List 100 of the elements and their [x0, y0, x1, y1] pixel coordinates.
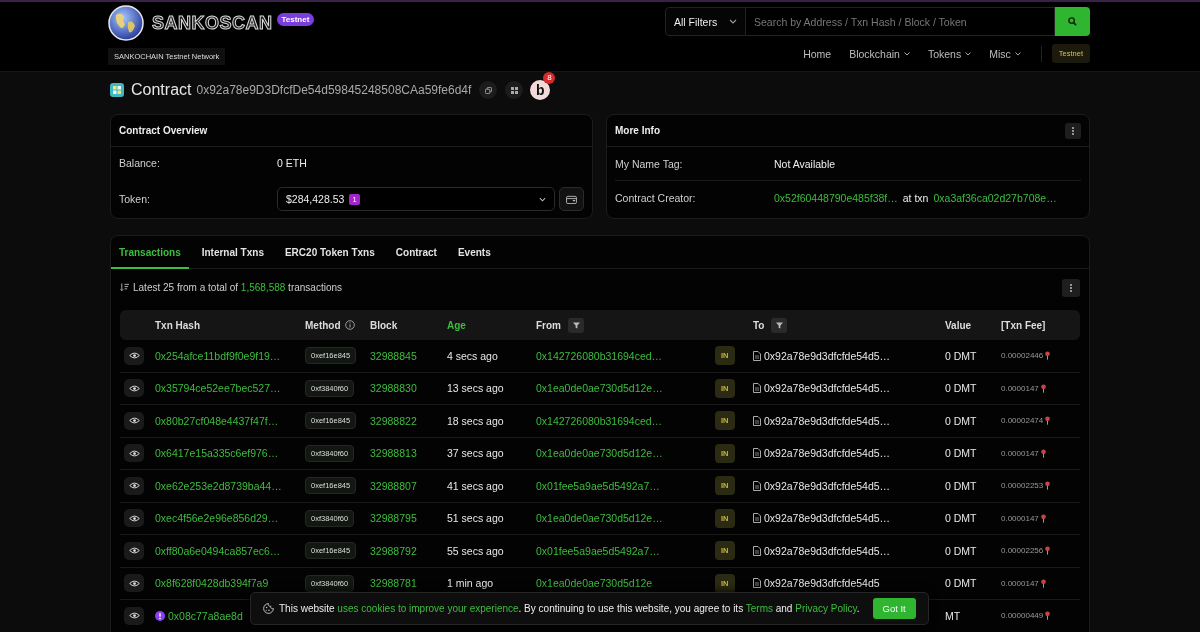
qr-button[interactable] [505, 81, 524, 99]
preview-button[interactable] [124, 541, 144, 560]
txn-hash-link[interactable]: 0xff80a6e0494ca857ec6… [155, 544, 281, 557]
nav-link[interactable]: Blockchain [849, 47, 910, 60]
from-address-link[interactable]: 0x1ea0de0ae730d5d12e… [536, 447, 663, 460]
txn-hash-link[interactable]: 0x8f628f0428db394f7a9 [155, 577, 269, 590]
block-link[interactable]: 32988792 [370, 544, 417, 557]
cookie-link[interactable]: Terms [745, 603, 773, 614]
globe-logo-icon[interactable] [108, 5, 144, 41]
value-text: 0 DMT [945, 512, 977, 525]
fee-text: 0.00002474 [1001, 416, 1044, 426]
block-link[interactable]: 32988795 [370, 512, 417, 525]
block-link[interactable]: 32988830 [370, 382, 417, 395]
copy-button[interactable] [479, 81, 498, 99]
avatar-button[interactable]: b [530, 80, 551, 100]
field-label: My Name Tag: [615, 157, 684, 170]
from-address-link[interactable]: 0x142726080b31694ced… [536, 349, 663, 362]
more-button[interactable] [1062, 278, 1080, 297]
pin-icon [1040, 448, 1046, 458]
preview-button[interactable] [124, 379, 144, 398]
block-link[interactable]: 32988813 [370, 447, 417, 460]
block-link[interactable]: 32988845 [370, 349, 417, 362]
cookie-link[interactable]: uses cookies to improve your experience [337, 603, 519, 614]
column-header: Txn Hash [155, 319, 200, 331]
preview-button[interactable] [124, 346, 144, 365]
search-field[interactable]: Search by Address / Txn Hash / Block / Token [746, 7, 1055, 36]
cookie-notice: This website uses cookies to improve your experience. By continuing to use this website, you agree to its Terms and Privacy Policy. [279, 603, 860, 614]
fee-text: 0.00002253 [1001, 481, 1044, 491]
tab[interactable]: Internal Txns [193, 236, 272, 269]
from-address-link[interactable]: 0x01fee5a9ae5d5492a7… [536, 479, 660, 492]
value-text: MT [945, 609, 961, 622]
blocks-icon [110, 83, 124, 97]
block-link[interactable]: 32988822 [370, 414, 417, 427]
value-text: 0 DMT [945, 479, 977, 492]
preview-button[interactable] [124, 574, 144, 593]
total-count-link[interactable]: 1,568,588 [240, 282, 286, 293]
filter-dropdown[interactable]: All Filters [665, 7, 746, 36]
age-text: 13 secs ago [447, 382, 504, 395]
from-address-link[interactable]: 0x01fee5a9ae5d5492a7… [536, 544, 660, 557]
value-text: 0 DMT [945, 382, 977, 395]
eye-icon [128, 482, 140, 490]
nav-link[interactable]: Home [803, 47, 832, 60]
name-tag-value: Not Available [774, 157, 836, 170]
from-address-link[interactable]: 0x1ea0de0ae730d5d12e… [536, 382, 663, 395]
txn-hash-link[interactable]: 0x80b27cf048e4437f47f… [155, 414, 279, 427]
nav-link[interactable]: Misc [989, 47, 1021, 60]
fee-text: 0.00002256 [1001, 546, 1044, 556]
pin-icon [1040, 383, 1046, 393]
tab[interactable]: Contract [387, 236, 445, 269]
more-button[interactable] [1065, 122, 1081, 139]
search-button[interactable] [1055, 7, 1090, 36]
creation-txn-link[interactable]: 0xa3af36ca02d27b708e… [933, 191, 1057, 204]
fee-text: 0.00000449 [1001, 611, 1044, 621]
eye-icon [128, 547, 140, 555]
wallet-button[interactable] [559, 187, 584, 211]
age-text: 1 min ago [447, 577, 494, 590]
pin-icon [1045, 546, 1051, 556]
column-header[interactable]: Age [447, 319, 466, 331]
creator-address-link[interactable]: 0x52f60448790e485f38f… [774, 191, 898, 204]
txn-hash-link[interactable]: 0xe62e253e2d8739ba44… [155, 479, 282, 492]
page-title: Contract [131, 81, 192, 99]
filter-button[interactable] [771, 317, 788, 333]
txn-hash-link[interactable]: 0x08c77a8ae8d [168, 609, 243, 622]
fee-text: 0.0000147 [1001, 513, 1039, 523]
filter-button[interactable] [568, 317, 584, 333]
tab[interactable]: Events [449, 236, 499, 269]
column-header: To [753, 319, 765, 331]
cookie-icon [263, 603, 274, 614]
nav-link[interactable]: Tokens [927, 47, 972, 60]
document-icon [753, 545, 761, 556]
balance-value: 0 ETH [277, 157, 307, 169]
document-icon [753, 448, 761, 459]
preview-button[interactable] [124, 476, 144, 495]
column-header: Method [305, 319, 341, 331]
to-address: 0x92a78e9d3dfcfde54d5… [764, 447, 891, 460]
testnet-badge: Testnet [276, 13, 315, 26]
value-text: 0 DMT [945, 544, 977, 557]
preview-button[interactable] [124, 411, 144, 430]
wallet-icon [566, 194, 578, 204]
txn-hash-link[interactable]: 0x35794ce52ee7bec527… [155, 382, 281, 395]
info-icon[interactable] [344, 320, 355, 330]
block-link[interactable]: 32988807 [370, 479, 417, 492]
from-address-link[interactable]: 0x142726080b31694ced… [536, 414, 663, 427]
from-address-link[interactable]: 0x1ea0de0ae730d5d12e [536, 577, 653, 590]
txn-hash-link[interactable]: 0x6417e15a335c6ef976… [155, 447, 279, 460]
tab[interactable]: Transactions [111, 236, 189, 269]
pin-icon [1045, 481, 1051, 491]
cookie-link[interactable]: Privacy Policy [795, 603, 857, 614]
block-link[interactable]: 32988781 [370, 577, 417, 590]
txn-hash-link[interactable]: 0xec4f56e2e96e856d29… [155, 512, 279, 525]
document-icon [753, 578, 761, 589]
column-header: From [536, 319, 561, 331]
preview-button[interactable] [124, 509, 144, 528]
from-address-link[interactable]: 0x1ea0de0ae730d5d12e… [536, 512, 663, 525]
preview-button[interactable] [124, 444, 144, 463]
tab[interactable]: ERC20 Token Txns [276, 236, 383, 269]
preview-button[interactable] [124, 606, 144, 625]
caret-icon [965, 51, 972, 56]
column-header: Value [945, 319, 972, 331]
txn-hash-link[interactable]: 0x254afce11bdf9f0e9f19… [155, 349, 281, 362]
